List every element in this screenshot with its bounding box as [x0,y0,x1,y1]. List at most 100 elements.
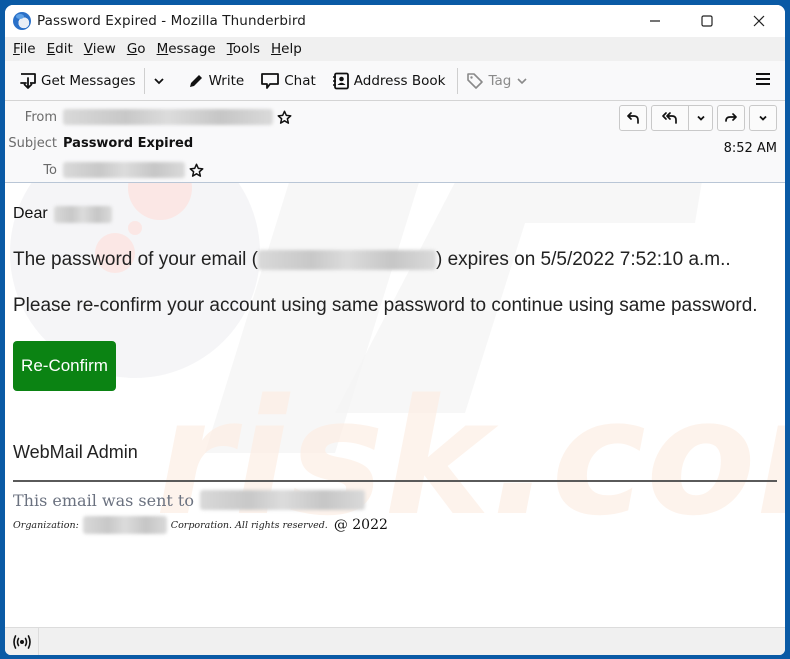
reconfirm-instruction: Please re-confirm your account using sam… [13,295,758,316]
to-row: To [5,162,204,178]
address-book-label: Address Book [353,72,446,89]
online-status-button[interactable] [5,627,39,655]
menu-tools-label: ools [232,41,261,57]
minimize-button[interactable] [629,5,681,37]
menu-go[interactable]: Go [123,41,150,57]
menu-view-label: iew [92,41,116,57]
thunderbird-logo-icon [13,12,31,30]
forward-icon [725,113,737,122]
menu-bar: File Edit View Go Message Tools Help [5,37,785,61]
chat-bubble-icon [261,72,280,89]
chevron-down-icon [517,77,527,84]
subject-label: Subject [8,136,57,151]
reply-all-group [651,105,713,131]
menu-file[interactable]: File [9,41,40,57]
chat-button[interactable]: Chat [254,67,322,95]
footer-copyright: @ 2022 [333,517,388,533]
maximize-button[interactable] [681,5,733,37]
chevron-down-icon [759,115,767,121]
recipient-name-redacted [53,205,112,223]
footer-address-redacted [199,490,365,510]
expiry-notice-suffix: ) expires on 5/5/2022 7:52:10 a.m.. [436,249,731,270]
chevron-down-icon [696,115,705,121]
more-actions-button[interactable] [749,105,777,131]
maximize-icon [701,15,713,27]
app-menu-button[interactable] [755,71,771,91]
from-label: From [24,109,57,125]
footer-sent-to: This email was sent to [13,490,365,510]
reply-icon [627,112,639,124]
footer-divider [13,480,777,482]
email-address-redacted [258,250,436,270]
re-confirm-button[interactable]: Re-Confirm [13,341,116,391]
reply-all-button[interactable] [652,106,688,130]
subject-row: Subject Password Expired [5,136,193,151]
reply-all-icon [662,112,677,124]
greeting: Dear [13,205,112,223]
menu-message-label: essage [168,41,216,57]
reply-all-dropdown[interactable] [688,106,712,130]
subject-value: Password Expired [63,136,194,151]
thunderbird-window: Password Expired - Mozilla Thunderbird F… [5,5,785,655]
hamburger-menu-icon [756,73,770,85]
download-mail-icon [20,72,36,89]
menu-view-accel: V [83,41,93,57]
close-button[interactable] [733,5,785,37]
get-messages-dropdown[interactable] [147,67,175,95]
menu-file-label: ile [19,41,36,57]
to-address-redacted[interactable] [63,162,185,178]
expiry-notice-prefix: The password of your email ( [13,249,258,270]
menu-go-accel: G [126,41,138,57]
menu-help-label: elp [281,41,302,57]
window-title: Password Expired - Mozilla Thunderbird [37,13,306,29]
footer-organization: Organization: Corporation. All rights re… [13,516,388,534]
get-messages-button[interactable]: Get Messages [13,67,142,95]
minimize-icon [650,20,660,22]
title-bar: Password Expired - Mozilla Thunderbird [5,5,785,37]
online-status-icon [12,634,31,649]
main-toolbar: Get Messages Write Chat Address Book Tag [5,61,785,101]
expiry-notice: The password of your email ( ) expires o… [13,249,731,271]
from-row: From [5,109,292,125]
tag-icon [467,72,484,89]
toolbar-separator [143,67,145,94]
tag-label: Tag [488,72,512,89]
menu-message[interactable]: Message [153,41,220,57]
menu-file-accel: F [13,41,20,57]
address-book-icon [332,72,349,89]
menu-help[interactable]: Help [267,41,306,57]
forward-button[interactable] [717,105,745,131]
close-icon [753,15,765,27]
menu-go-label: o [137,41,146,57]
menu-help-accel: H [271,41,282,57]
org-name-redacted [82,516,167,534]
write-label: Write [208,72,245,89]
tag-button[interactable]: Tag [460,67,538,95]
from-address-redacted[interactable] [63,109,273,125]
address-book-button[interactable]: Address Book [326,67,452,95]
message-body: risk.com Dear The password of your email… [5,183,785,627]
star-icon[interactable] [189,163,204,178]
message-actions [615,105,777,131]
reply-button[interactable] [619,105,647,131]
menu-edit-accel: E [46,41,56,57]
signature: WebMail Admin [13,442,138,462]
greeting-text: Dear [13,205,48,222]
menu-view[interactable]: View [80,41,120,57]
window-controls [629,5,785,37]
menu-message-accel: M [156,41,169,57]
status-bar [5,627,785,655]
pencil-icon [189,74,202,87]
get-messages-label: Get Messages [41,72,136,89]
footer-sent-to-text: This email was sent to [13,490,194,510]
to-label: To [43,162,57,178]
write-button[interactable]: Write [181,67,251,95]
menu-tools[interactable]: Tools [223,41,264,57]
footer-rights-text: Corporation. All rights reserved. [170,519,328,531]
message-header: From Subject Password Expired To 8:52 AM [5,101,785,183]
star-icon[interactable] [277,110,292,125]
chevron-down-icon [153,77,164,84]
menu-edit-label: dit [55,41,73,57]
menu-edit[interactable]: Edit [43,41,77,57]
toolbar-separator [457,67,459,94]
